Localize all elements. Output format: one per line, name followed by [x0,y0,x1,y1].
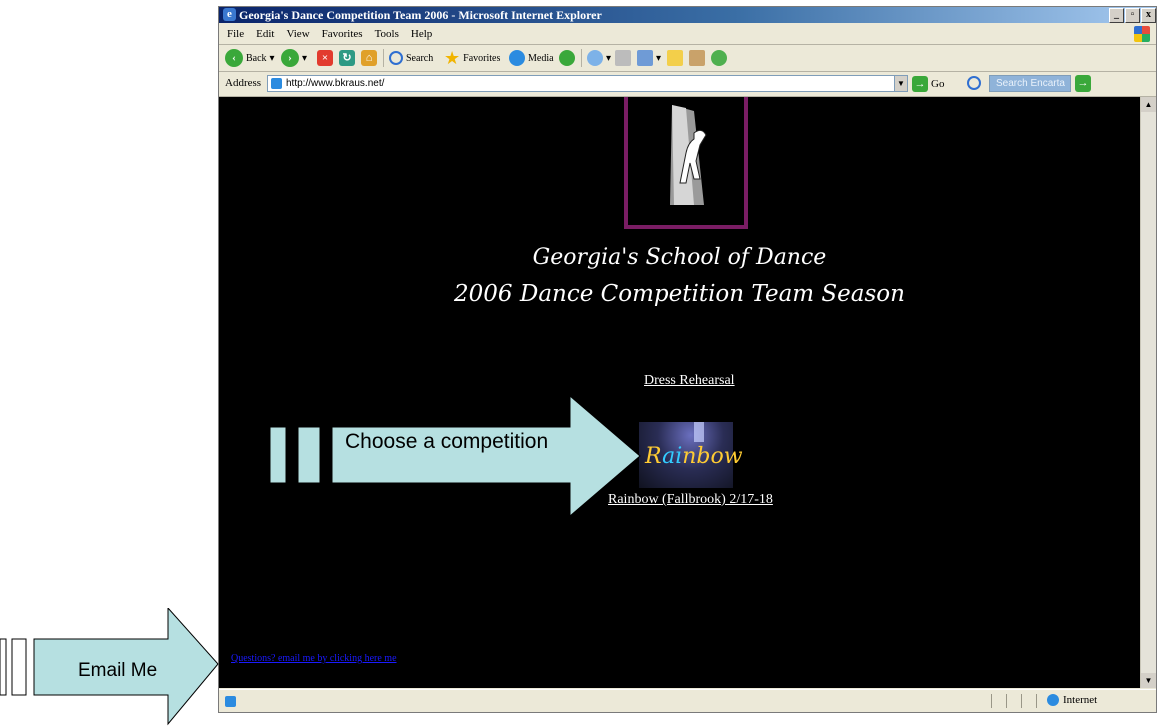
page-icon [271,78,282,89]
maximize-button[interactable]: ▫ [1125,8,1140,23]
windows-logo-icon [1134,26,1150,42]
mail-icon [587,50,603,66]
menu-tools[interactable]: Tools [375,24,399,44]
address-bar: Address http://www.bkraus.net/ ▼ → Go Se… [219,72,1156,97]
status-pane [991,694,1006,708]
go-label: Go [931,78,945,90]
media-button[interactable]: Media [509,48,554,68]
media-icon [509,50,525,66]
page-icon [225,696,236,707]
home-icon: ⌂ [361,50,377,66]
address-dropdown-button[interactable]: ▼ [894,75,908,92]
menu-file[interactable]: File [227,24,244,44]
go-button[interactable]: → Go [912,76,944,92]
dropdown-arrow-icon: ▾ [269,52,275,64]
status-pane [1006,694,1021,708]
stop-button[interactable]: × [317,48,333,68]
internet-globe-icon [1047,694,1059,706]
mail-button[interactable]: ▾ [587,48,611,68]
scroll-down-icon[interactable]: ▼ [1141,673,1156,688]
favorites-button[interactable]: ★ Favorites [444,48,500,68]
favorites-label: Favorites [463,52,501,64]
edit-icon [637,50,653,66]
status-panes [991,694,1051,708]
refresh-button[interactable]: ↻ [339,48,355,68]
page-title-line1: Georgia's School of Dance [532,245,827,270]
stop-icon: × [317,50,333,66]
menu-view[interactable]: View [286,24,309,44]
status-bar: Internet [219,689,1156,714]
refresh-icon: ↻ [339,50,355,66]
close-button[interactable]: x [1141,8,1156,23]
address-label: Address [225,77,262,89]
messenger-icon [711,50,727,66]
menu-help[interactable]: Help [411,24,432,44]
media-label: Media [528,52,554,64]
print-icon [615,50,631,66]
minimize-button[interactable]: _ [1109,8,1124,23]
go-arrow-icon: → [912,76,928,92]
email-link[interactable]: Questions? email me by clicking here me [231,653,397,664]
security-zone: Internet [1047,694,1097,706]
forward-button[interactable]: › ▾ [281,48,307,68]
vertical-scrollbar[interactable]: ▲ ▼ [1140,97,1156,688]
page-title-line2: 2006 Dance Competition Team Season [454,281,905,307]
dance-logo [624,97,748,229]
menu-favorites[interactable]: Favorites [322,24,363,44]
page-content: Georgia's School of Dance 2006 Dance Com… [219,97,1140,688]
email-me-annotation: Email Me [78,660,158,681]
history-icon [559,50,575,66]
back-button[interactable]: ‹ Back ▾ [225,48,275,68]
home-button[interactable]: ⌂ [361,48,377,68]
encarta-search-icon [967,76,981,90]
back-label: Back [246,52,267,64]
address-input[interactable]: http://www.bkraus.net/ [267,75,907,92]
dropdown-arrow-icon: ▾ [302,52,308,64]
window-title: Georgia's Dance Competition Team 2006 - … [239,8,602,22]
research-button[interactable] [689,48,705,68]
browser-window: e Georgia's Dance Competition Team 2006 … [218,6,1157,713]
standard-toolbar: ‹ Back ▾ › ▾ × ↻ ⌂ Search ★ Favorites Me… [219,45,1156,72]
search-button[interactable]: Search [389,48,433,68]
messenger-button[interactable] [711,48,727,68]
folder-button[interactable] [667,48,683,68]
back-arrow-icon: ‹ [225,49,243,67]
search-icon [389,51,403,65]
address-url: http://www.bkraus.net/ [286,78,385,89]
print-button[interactable] [615,48,631,68]
dropdown-arrow-icon: ▾ [606,52,612,64]
zone-label: Internet [1063,694,1098,706]
edit-button[interactable]: ▾ [637,48,661,68]
menu-edit[interactable]: Edit [256,24,274,44]
research-icon [689,50,705,66]
menu-bar: File Edit View Favorites Tools Help [219,24,1156,45]
dancer-silhouette-icon [670,105,707,205]
history-button[interactable] [559,48,575,68]
scroll-up-icon[interactable]: ▲ [1141,97,1156,112]
ie-icon: e [223,8,236,21]
choose-competition-annotation: Choose a competition [345,430,549,453]
toolbar-divider [383,49,384,67]
forward-arrow-icon: › [281,49,299,67]
favorites-star-icon: ★ [444,47,461,68]
window-controls: _ ▫ x [1109,8,1156,23]
status-pane [1021,694,1036,708]
search-label: Search [406,52,434,64]
dress-rehearsal-link[interactable]: Dress Rehearsal [644,373,735,389]
title-bar: e Georgia's Dance Competition Team 2006 … [219,7,1156,23]
dropdown-arrow-icon: ▾ [656,52,662,64]
encarta-search-input[interactable]: Search Encarta [989,75,1071,92]
folder-icon [667,50,683,66]
encarta-go-button[interactable]: → [1075,75,1091,92]
choose-competition-arrow [270,396,641,516]
toolbar-divider [581,49,582,67]
